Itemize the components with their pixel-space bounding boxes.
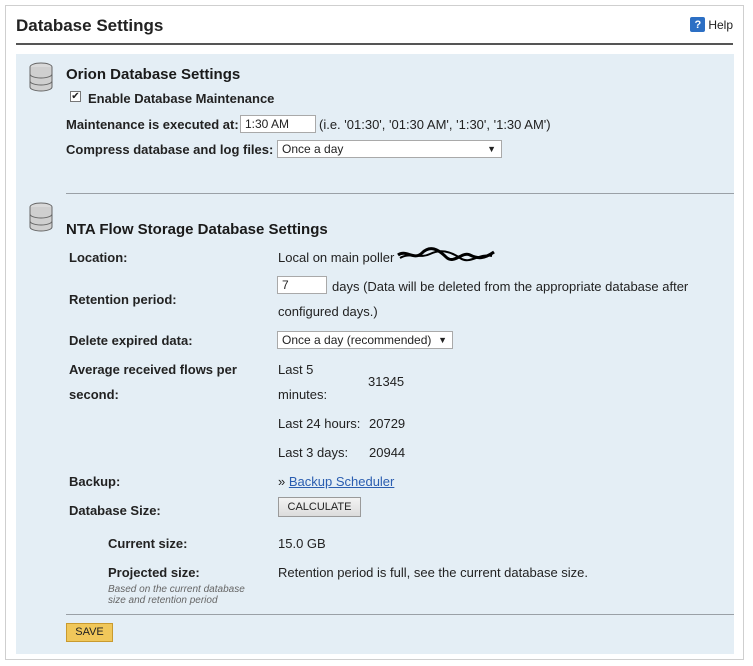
help-icon: ? [690,17,706,32]
settings-panel: Orion Database Settings ✔ Enable Databas… [16,54,734,654]
projected-size-note-line2: size and retention period [108,595,218,606]
backup-row: » Backup Scheduler [278,474,394,489]
last5-value: 31345 [368,374,405,389]
maintenance-time-hint: (i.e. '01:30', '01:30 AM', '1:30', '1:30… [319,117,551,132]
enable-maintenance-label: Enable Database Maintenance [88,91,275,106]
backup-prefix: » [278,474,286,489]
nta-section-title: NTA Flow Storage Database Settings [66,221,328,238]
projected-size-label: Projected size: [108,565,200,580]
page-header: Database Settings ? Help [16,6,733,45]
compress-select[interactable]: Once a day ▼ [277,140,502,158]
save-button[interactable]: SAVE [66,623,113,642]
database-size-label: Database Size: [69,503,161,518]
dropdown-arrow-icon: ▼ [487,144,496,154]
last24-value: 20729 [369,416,406,431]
compress-label: Compress database and log files: [66,142,274,157]
retention-input[interactable]: 7 [277,276,327,294]
current-size-value: 15.0 GB [278,536,326,551]
avg-flows-label-line1: Average received flows per [69,362,237,377]
current-size-label: Current size: [108,536,188,551]
redaction-scribble [397,247,495,262]
projected-size-note-line1: Based on the current database [108,584,245,595]
avg-flows-label-line2: second: [69,387,119,402]
calculate-button[interactable]: CALCULATE [278,497,361,517]
retention-unit-line2: configured days.) [278,304,378,319]
last5-label-line1: Last 5 [278,362,314,377]
location-label: Location: [69,250,128,265]
retention-unit-line1: days (Data will be deleted from the appr… [332,279,689,294]
section-divider [66,193,734,194]
dropdown-arrow-icon: ▼ [438,335,447,345]
last5-label-line2: minutes: [278,387,328,402]
location-value: Local on main poller [278,250,395,265]
help-label: Help [708,17,733,32]
delete-expired-select[interactable]: Once a day (recommended) ▼ [277,331,453,349]
settings-window: Database Settings ? Help Orion Database … [5,5,744,660]
delete-expired-select-value: Once a day (recommended) [282,333,432,347]
enable-maintenance-checkbox[interactable]: ✔ [70,91,81,102]
backup-scheduler-link[interactable]: Backup Scheduler [289,474,395,489]
projected-size-value: Retention period is full, see the curren… [278,565,589,580]
retention-label: Retention period: [69,292,177,307]
backup-label: Backup: [69,474,121,489]
database-icon [29,202,53,232]
database-icon [29,62,53,92]
footer-divider [66,614,734,615]
compress-select-value: Once a day [282,142,344,156]
last3d-value: 20944 [369,445,406,460]
page-title: Database Settings [16,16,164,35]
maintenance-time-label: Maintenance is executed at: [66,117,239,132]
help-link[interactable]: ? Help [690,17,733,32]
maintenance-time-input[interactable]: 1:30 AM [240,115,316,133]
last24-label: Last 24 hours: [278,416,361,431]
orion-section-title: Orion Database Settings [66,66,241,83]
last3d-label: Last 3 days: [278,445,349,460]
delete-expired-label: Delete expired data: [69,333,193,348]
